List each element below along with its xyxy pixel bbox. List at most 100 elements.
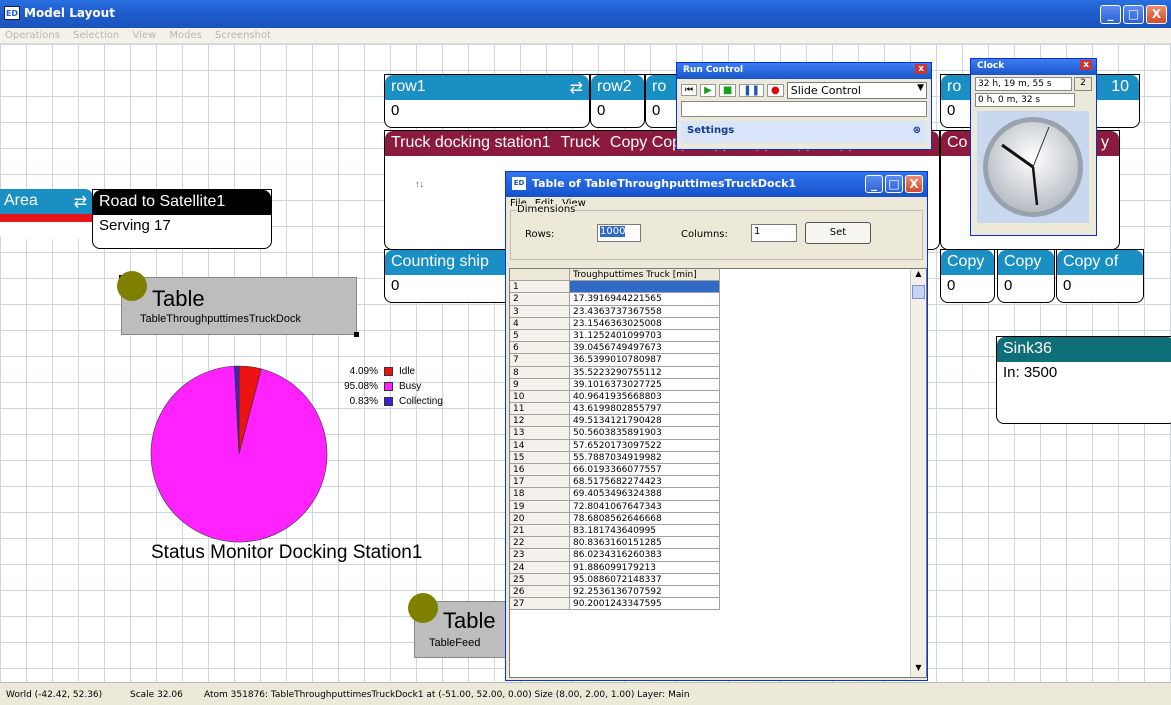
table-cell[interactable]: 69.4053496324388 xyxy=(570,488,720,501)
row-header[interactable]: 9 xyxy=(510,378,570,391)
scroll-down-icon[interactable]: ▼ xyxy=(911,663,926,677)
table-cell[interactable]: 91.886099179213 xyxy=(570,561,720,574)
row-header[interactable]: 13 xyxy=(510,427,570,440)
row-header[interactable]: 1 xyxy=(510,281,570,294)
table-cell[interactable]: 72.8041067647343 xyxy=(570,500,720,513)
row-header[interactable]: 21 xyxy=(510,524,570,538)
table-cell[interactable]: 57.6520173097522 xyxy=(570,439,720,452)
speed-slider[interactable] xyxy=(681,101,927,117)
table-cell[interactable]: 66.0193366077557 xyxy=(570,464,720,477)
settings-panel[interactable]: Settings ⊗ xyxy=(681,121,927,143)
row-header[interactable]: 25 xyxy=(510,573,570,586)
row-header[interactable]: 27 xyxy=(510,598,570,611)
table-cell[interactable]: 49.5134121790428 xyxy=(570,415,720,428)
table-cell[interactable]: 78.6808562646668 xyxy=(570,512,720,525)
scroll-thumb[interactable] xyxy=(912,285,925,299)
row-header[interactable]: 26 xyxy=(510,585,570,599)
minimize-button[interactable]: _ xyxy=(1100,5,1121,24)
row-header[interactable]: 6 xyxy=(510,342,570,355)
table-cell[interactable]: 40.9641935668803 xyxy=(570,390,720,404)
table-cell[interactable]: 35.5223290755112 xyxy=(570,366,720,379)
selection-handle[interactable] xyxy=(354,332,359,337)
scroll-up-icon[interactable]: ▲ xyxy=(911,269,926,283)
reset-button[interactable]: ⏮ xyxy=(681,84,698,96)
rows-input[interactable]: 1000 xyxy=(597,224,641,242)
row-header[interactable]: 17 xyxy=(510,476,570,489)
table-cell[interactable]: 68.5175682274423 xyxy=(570,476,720,489)
row-header[interactable]: 19 xyxy=(510,500,570,513)
row-header[interactable]: 18 xyxy=(510,488,570,501)
menu-operations[interactable]: Operations xyxy=(0,28,65,43)
row-header[interactable]: 3 xyxy=(510,305,570,318)
row-header[interactable]: 7 xyxy=(510,354,570,367)
set-button[interactable]: Set xyxy=(805,222,871,244)
menu-modes[interactable]: Modes xyxy=(164,28,206,43)
table-cell[interactable]: 31.1252401099703 xyxy=(570,329,720,343)
vertical-scrollbar[interactable]: ▲ ▼ xyxy=(910,269,926,677)
table-cell[interactable] xyxy=(570,281,720,294)
node-row2[interactable]: row2 0 xyxy=(590,74,645,128)
table-editor-window[interactable]: ED Table of TableThroughputtimesTruckDoc… xyxy=(505,171,928,681)
close-icon[interactable]: x xyxy=(1080,60,1092,70)
node-row1[interactable]: row1 ⇄ 0 xyxy=(384,74,590,128)
row-header[interactable]: 4 xyxy=(510,317,570,330)
row-header[interactable]: 16 xyxy=(510,464,570,477)
node-copy-3[interactable]: Copy of 0 xyxy=(1056,249,1144,303)
table-cell[interactable]: 39.0456749497673 xyxy=(570,342,720,355)
row-header[interactable]: 2 xyxy=(510,293,570,306)
table-cell[interactable]: 17.3916944221565 xyxy=(570,293,720,306)
row-header[interactable]: 23 xyxy=(510,549,570,562)
table-cell[interactable]: 80.8363160151285 xyxy=(570,537,720,550)
row-header[interactable]: 14 xyxy=(510,439,570,452)
node-copy-1[interactable]: Copy 0 xyxy=(940,249,995,303)
row-header[interactable]: 24 xyxy=(510,561,570,574)
record-button[interactable]: ● xyxy=(767,83,784,97)
node-road-to-satellite[interactable]: Road to Satellite1 Serving 17 xyxy=(92,189,272,249)
close-icon[interactable]: x xyxy=(915,64,927,74)
row-header[interactable]: 20 xyxy=(510,512,570,525)
clock-window[interactable]: Clock x 32 h, 19 m, 55 s 2 0 h, 0 m, 32 s xyxy=(970,58,1097,236)
row-header[interactable]: 8 xyxy=(510,366,570,379)
row-header[interactable]: 5 xyxy=(510,329,570,343)
table-cell[interactable]: 55.7887034919982 xyxy=(570,451,720,464)
table-cell[interactable]: 83.181743640995 xyxy=(570,524,720,538)
table-cell[interactable]: 23.1546363025008 xyxy=(570,317,720,330)
run-control-window[interactable]: Run Control x ⏮ ▶ ■ ❚❚ ● Slide Control ▼ S… xyxy=(676,62,932,150)
row-header[interactable]: 12 xyxy=(510,415,570,428)
clock-mode-button[interactable]: 2 xyxy=(1074,77,1092,91)
step-button[interactable]: ▶ xyxy=(700,83,716,97)
menu-view[interactable]: View xyxy=(127,28,161,43)
run-mode-select[interactable]: Slide Control ▼ xyxy=(786,81,927,99)
table-cell[interactable]: 43.6199802855797 xyxy=(570,403,720,416)
row-header[interactable]: 10 xyxy=(510,390,570,404)
node-copy-2[interactable]: Copy 0 xyxy=(997,249,1055,303)
maximize-button[interactable]: □ xyxy=(885,175,903,193)
table-cell[interactable]: 23.4363737367558 xyxy=(570,305,720,318)
maximize-button[interactable]: □ xyxy=(1123,5,1144,24)
menu-selection[interactable]: Selection xyxy=(68,28,124,43)
row-header[interactable]: 22 xyxy=(510,537,570,550)
minimize-button[interactable]: _ xyxy=(865,175,883,193)
node-area[interactable]: Area ⇄ xyxy=(0,189,93,239)
menu-screenshot[interactable]: Screenshot xyxy=(210,28,276,43)
table-object-throughput[interactable]: Table TableThroughputtimesTruckDock xyxy=(119,275,359,337)
table-cell[interactable]: 39.1016373027725 xyxy=(570,378,720,391)
table-cell[interactable]: 50.5603835891903 xyxy=(570,427,720,440)
columns-input[interactable]: 1 xyxy=(751,224,797,242)
table-cell[interactable]: 86.0234316260383 xyxy=(570,549,720,562)
table-cell[interactable]: 36.5399010780987 xyxy=(570,354,720,367)
pause-button[interactable]: ❚❚ xyxy=(739,83,765,97)
node-sink[interactable]: Sink36 In: 3500 xyxy=(996,336,1171,424)
table-cell[interactable]: 92.2536136707592 xyxy=(570,585,720,599)
row-header[interactable]: 11 xyxy=(510,403,570,416)
table-cell[interactable]: 90.2001243347595 xyxy=(570,598,720,611)
column-header[interactable]: Troughputtimes Truck [min] xyxy=(570,269,720,282)
node-counting-ship[interactable]: Counting ship 0 xyxy=(384,249,514,303)
table-grid[interactable]: Troughputtimes Truck [min] 1 2 17.39169442… xyxy=(509,268,927,678)
table-cell[interactable]: 95.0886072148337 xyxy=(570,573,720,586)
close-button[interactable]: X xyxy=(1146,5,1167,24)
close-button[interactable]: X xyxy=(905,175,923,193)
row-header[interactable]: 15 xyxy=(510,451,570,464)
run-button[interactable]: ■ xyxy=(718,83,737,97)
table-row: 11 43.6199802855797 xyxy=(510,403,926,416)
